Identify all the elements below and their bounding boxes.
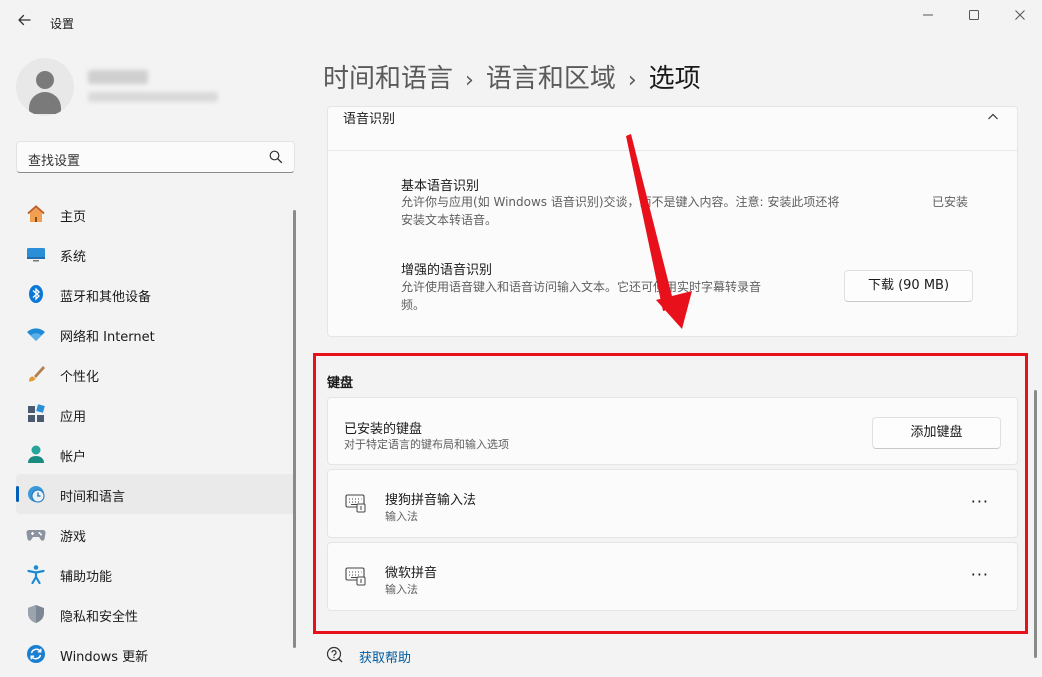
download-button[interactable]: 下载 (90 MB) [844,270,973,302]
close-icon [1015,10,1025,20]
profile-name-blurred [88,70,148,84]
keyboard-item-type: 输入法 [385,583,418,596]
keyboard-section-title: 键盘 [327,376,354,391]
sidebar-item-home[interactable]: 主页 [16,194,295,234]
help-icon [326,646,343,663]
maximize-button[interactable] [960,6,988,28]
keyboard-item[interactable]: 搜狗拼音输入法 输入法 ··· [327,469,1018,538]
title-bar: 设置 [0,0,1042,40]
gamepad-icon [26,529,46,541]
sidebar-scrollbar[interactable] [293,210,296,648]
minimize-icon [923,14,933,16]
breadcrumb-separator: › [627,68,637,93]
wifi-icon [27,328,45,341]
sidebar-item-label: 隐私和安全性 [60,610,139,625]
maximize-icon [969,10,979,20]
main-scrollbar[interactable] [1034,390,1037,658]
sidebar-item-label: 网络和 Internet [60,330,155,345]
app-title: 设置 [50,17,75,31]
breadcrumb-separator: › [465,68,474,93]
arrow-left-icon [18,14,31,26]
breadcrumb: 时间和语言 › 语言和区域 › 选项 [323,58,701,95]
search-input[interactable]: 查找设置 [28,150,80,169]
sidebar-item-privacy[interactable]: 隐私和安全性 [16,594,295,634]
breadcrumb-language-region[interactable]: 语言和区域 [486,64,616,94]
sidebar-item-label: 帐户 [60,450,87,465]
search-icon[interactable] [268,149,284,165]
installed-keyboards-card: 已安装的键盘 对于特定语言的键布局和输入选项 添加键盘 [327,397,1018,465]
profile-email-blurred [88,92,218,102]
sidebar-item-bluetooth[interactable]: 蓝牙和其他设备 [16,274,295,314]
speech-recognition-title: 语音识别 [343,112,396,127]
keyboard-item-name: 微软拼音 [385,566,438,581]
keyboard-item[interactable]: 微软拼音 输入法 ··· [327,542,1018,611]
sidebar-item-system[interactable]: 系统 [16,234,295,274]
brush-icon [29,366,45,382]
home-icon [27,205,45,222]
keyboard-item-name: 搜狗拼音输入法 [385,493,477,508]
time-language-icon [28,486,45,503]
add-keyboard-button[interactable]: 添加键盘 [872,417,1001,449]
enhanced-speech-title: 增强的语音识别 [401,263,493,278]
installed-status: 已安装 [932,195,969,209]
sidebar-item-network[interactable]: 网络和 Internet [16,314,295,354]
enhanced-speech-desc-line1: 允许使用语音键入和语音访问输入文本。它还可使用实时字幕转录音 [401,280,762,294]
sidebar-item-label: 主页 [60,210,87,225]
basic-speech-desc-line2: 安装文本转语音。 [401,213,498,227]
sidebar-item-label: 个性化 [60,370,100,385]
sidebar-item-label: 蓝牙和其他设备 [60,290,152,305]
sidebar-item-label: 系统 [60,250,87,265]
keyboard-icon [345,567,366,586]
account-icon [28,445,44,463]
enhanced-speech-desc-line2: 频。 [401,298,426,312]
windows-update-icon [27,645,45,663]
sidebar-item-accounts[interactable]: 帐户 [16,434,295,474]
sidebar-item-label: 时间和语言 [60,490,126,505]
page-title: 选项 [648,64,701,94]
basic-speech-title: 基本语音识别 [401,179,480,194]
chevron-up-icon[interactable] [987,111,999,123]
back-button[interactable] [14,12,34,32]
more-options-button[interactable]: ··· [971,492,989,511]
sidebar-item-label: 游戏 [60,530,87,545]
keyboard-icon [345,494,366,513]
get-help-label: 获取帮助 [359,651,412,666]
installed-keyboards-title: 已安装的键盘 [344,422,423,437]
sidebar-nav: 主页 系统 蓝牙和其他设备 网络和 Internet 个性化 应用 帐户 时间和… [16,194,295,674]
basic-speech-desc-line1: 允许你与应用(如 Windows 语音识别)交谈，而不是键入内容。注意: 安装此… [401,195,840,209]
sidebar-item-time-language[interactable]: 时间和语言 [16,474,295,514]
breadcrumb-time-language[interactable]: 时间和语言 [323,64,453,94]
sidebar-item-label: Windows 更新 [60,650,149,665]
apps-icon [28,404,45,422]
accessibility-icon [27,565,45,584]
bluetooth-icon [29,285,43,303]
sidebar-item-label: 辅助功能 [60,570,113,585]
search-box[interactable]: 查找设置 [16,141,295,173]
sidebar-item-accessibility[interactable]: 辅助功能 [16,554,295,594]
keyboard-item-type: 输入法 [385,510,418,523]
minimize-button[interactable] [914,6,942,28]
speech-recognition-header[interactable]: 语音识别 [328,107,1017,151]
sidebar-item-label: 应用 [60,410,87,425]
speech-recognition-card: 语音识别 基本语音识别 允许你与应用(如 Windows 语音识别)交谈，而不是… [327,106,1018,337]
sidebar-item-personalization[interactable]: 个性化 [16,354,295,394]
avatar [16,58,74,116]
installed-keyboards-subtitle: 对于特定语言的键布局和输入选项 [344,438,509,451]
sidebar-item-gaming[interactable]: 游戏 [16,514,295,554]
sidebar-item-windows-update[interactable]: Windows 更新 [16,634,295,674]
close-button[interactable] [1006,6,1034,28]
sidebar-item-apps[interactable]: 应用 [16,394,295,434]
monitor-icon [27,248,45,262]
shield-icon [28,605,44,623]
more-options-button[interactable]: ··· [971,565,989,584]
